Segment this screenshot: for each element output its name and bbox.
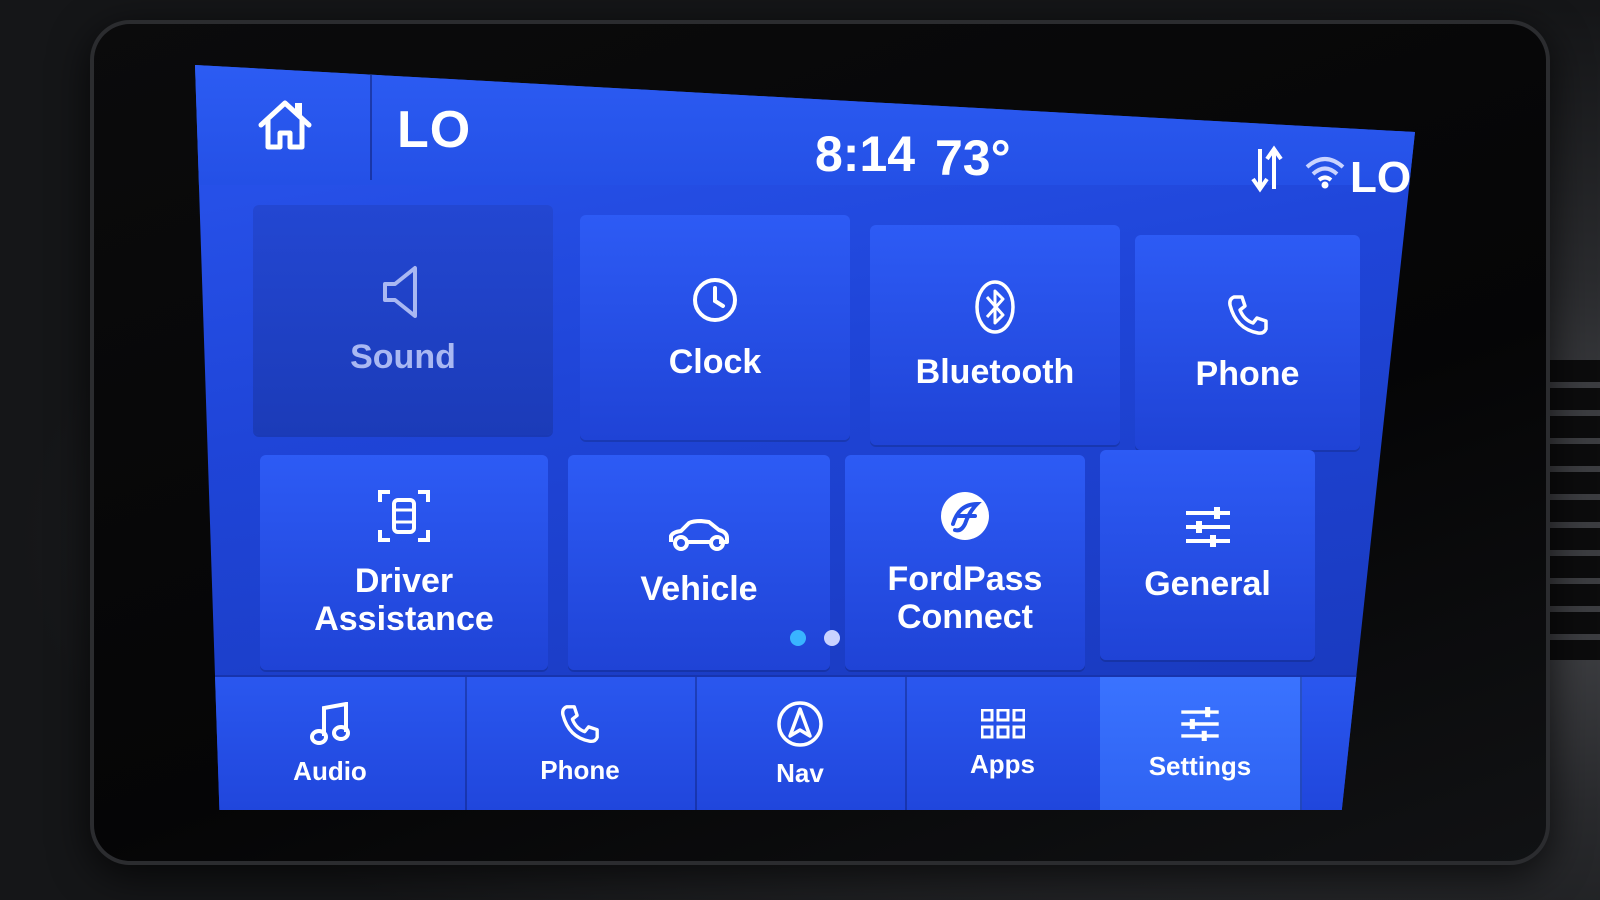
nav-label-apps: Apps [970, 749, 1035, 779]
tile-label-bluetooth: Bluetooth [915, 353, 1075, 391]
clock-icon [693, 277, 737, 322]
phone-icon [560, 705, 599, 744]
tile-label-fordpass-connect: FordPass Connect [887, 559, 1043, 636]
nav-button-nav[interactable]: Nav [695, 677, 907, 810]
driver-temp-setting[interactable]: LO [397, 100, 471, 160]
passenger-temp-setting[interactable]: LO [1350, 153, 1411, 203]
bottom-nav-bar: Audio Phone Nav Apps Settings [195, 675, 1415, 810]
tile-label-clock: Clock [668, 342, 762, 381]
settings-tile-clock[interactable]: Clock [580, 215, 850, 440]
settings-tile-bluetooth[interactable]: Bluetooth [870, 225, 1120, 445]
nav-label-settings: Settings [1148, 751, 1252, 781]
settings-sliders-icon [1181, 707, 1219, 741]
outside-temperature: 73° [935, 130, 1011, 186]
speaker-icon [383, 266, 417, 318]
nav-label-audio: Audio [293, 756, 367, 786]
clock-time: 8:14 [815, 126, 916, 182]
sliders-icon [1185, 507, 1230, 547]
page-indicator [790, 630, 840, 646]
settings-tile-sound[interactable]: Sound [253, 205, 553, 435]
car-icon [669, 518, 729, 551]
phone-icon [1227, 294, 1268, 335]
tile-label-general: General [1144, 565, 1271, 603]
bluetooth-icon [975, 280, 1015, 334]
settings-tile-driver-assistance[interactable]: Driver Assistance [260, 455, 548, 670]
driver-assist-icon [378, 489, 430, 542]
data-transfer-icon [1250, 145, 1284, 197]
page-dot-1[interactable] [790, 630, 806, 646]
home-button[interactable] [250, 90, 320, 160]
apps-grid-icon [980, 709, 1025, 739]
wifi-icon [1305, 155, 1345, 193]
home-icon [258, 100, 312, 150]
fordpass-icon [941, 491, 989, 540]
navigation-icon [777, 701, 823, 747]
page-dot-2[interactable] [824, 630, 840, 646]
tile-label-driver-assistance: Driver Assistance [314, 561, 494, 638]
nav-button-audio[interactable]: Audio [195, 677, 467, 810]
nav-label-phone: Phone [540, 755, 620, 785]
status-divider [370, 75, 372, 180]
nav-button-phone[interactable]: Phone [465, 677, 697, 810]
nav-button-settings[interactable]: Settings [1100, 677, 1302, 810]
tile-label-phone: Phone [1195, 354, 1300, 393]
music-note-icon [310, 702, 350, 745]
settings-tile-fordpass-connect[interactable]: FordPass Connect [845, 455, 1085, 670]
settings-tile-general[interactable]: General [1100, 450, 1315, 660]
settings-tile-phone[interactable]: Phone [1135, 235, 1360, 450]
tile-label-vehicle: Vehicle [640, 569, 758, 608]
nav-button-apps[interactable]: Apps [905, 677, 1102, 810]
nav-label-nav: Nav [776, 758, 824, 788]
tile-label-sound: Sound [350, 338, 456, 376]
infotainment-screen: LO 8:14 73° LO Sound Clock Bluetooth Pho… [195, 65, 1415, 810]
